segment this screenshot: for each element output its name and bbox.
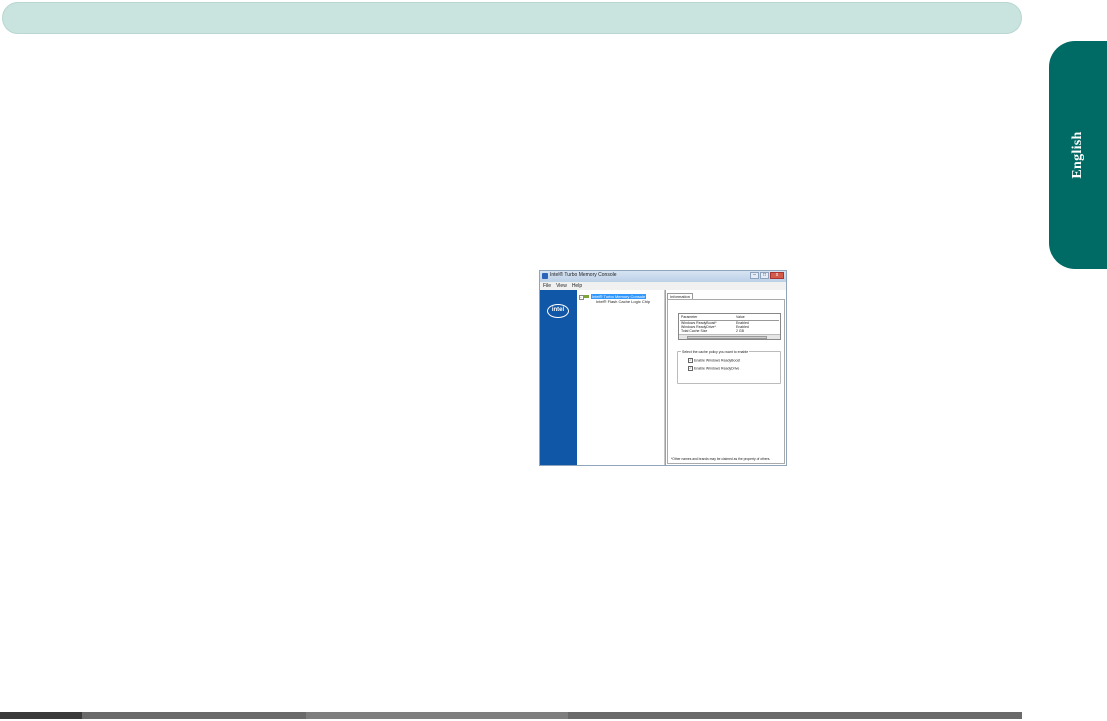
- maximize-button[interactable]: □: [760, 272, 769, 279]
- language-tab: English: [1049, 41, 1107, 269]
- checkbox-checked-icon[interactable]: ✓: [688, 366, 693, 371]
- tree-item-flash-cache[interactable]: Intel® Flash Cache Logic Chip: [596, 299, 650, 304]
- information-panel: Parameter Value Windows ReadyBoost* Enab…: [667, 299, 785, 464]
- header-parameter: Parameter: [681, 315, 698, 319]
- scrollbar-thumb[interactable]: [687, 335, 767, 339]
- close-button[interactable]: x: [770, 272, 784, 279]
- drive-icon: [584, 295, 589, 298]
- readydrive-option[interactable]: ✓ Enable Windows ReadyDrive: [688, 366, 739, 371]
- window-titlebar: Intel® Turbo Memory Console – □ x: [540, 271, 786, 282]
- screenshot-turbo-memory-console: Intel® Turbo Memory Console – □ x File V…: [539, 270, 787, 466]
- menu-view[interactable]: View: [556, 282, 567, 290]
- window-controls: – □ x: [750, 272, 784, 280]
- menu-bar: File View Help: [540, 282, 786, 290]
- window-title: Intel® Turbo Memory Console: [550, 272, 617, 278]
- footer-segment-dark: [0, 712, 82, 719]
- language-tab-label: English: [1070, 131, 1085, 179]
- horizontal-scrollbar[interactable]: [679, 334, 780, 339]
- cache-policy-group: Select the cache policy you want to enab…: [677, 350, 781, 384]
- minimize-button[interactable]: –: [750, 272, 759, 279]
- trademark-footnote: *Other names and brands may be claimed a…: [671, 457, 771, 461]
- readyboost-label: Enable Windows ReadyBoost: [694, 358, 741, 363]
- intel-logo: intel: [547, 304, 569, 318]
- page-footer-bar: [0, 712, 1022, 719]
- checkbox-checked-icon[interactable]: ✓: [688, 358, 693, 363]
- tree-pane: − Intel® Turbo Memory Console Intel® Fla…: [577, 290, 665, 465]
- menu-file[interactable]: File: [543, 282, 551, 290]
- header-value: Value: [736, 315, 745, 319]
- readydrive-label: Enable Windows ReadyDrive: [694, 366, 740, 371]
- footer-segment-mid: [306, 712, 568, 719]
- brand-panel: intel: [540, 290, 577, 465]
- page-header-bar: [2, 2, 1022, 34]
- app-icon: [542, 273, 548, 279]
- cell-value: 2 GB: [736, 329, 744, 333]
- parameter-table: Parameter Value Windows ReadyBoost* Enab…: [678, 313, 781, 340]
- details-pane: Information Parameter Value Windows Read…: [665, 290, 786, 465]
- cell-parameter: Total Cache Size: [681, 329, 708, 333]
- readyboost-option[interactable]: ✓ Enable Windows ReadyBoost: [688, 358, 740, 363]
- cache-policy-legend: Select the cache policy you want to enab…: [681, 350, 750, 354]
- menu-help[interactable]: Help: [572, 282, 582, 290]
